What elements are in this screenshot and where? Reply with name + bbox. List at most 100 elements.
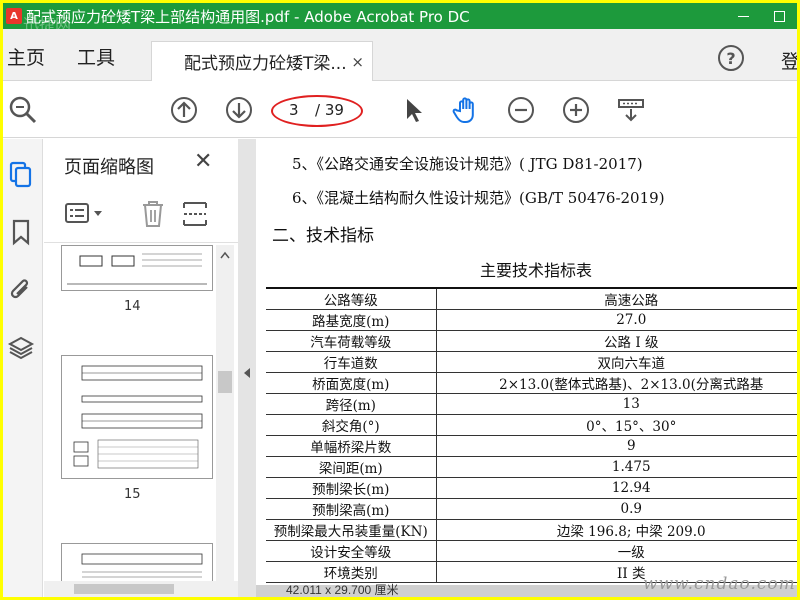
toolbar: 3 / 39 bbox=[3, 82, 797, 138]
table-row: 单幅桥梁片数 9 bbox=[266, 435, 797, 457]
arrow-down-circle-icon[interactable] bbox=[223, 94, 255, 126]
hscrollbar-thumb[interactable] bbox=[74, 584, 174, 594]
reference-line: 6、《混凝土结构耐久性设计规范》(GB/T 50476-2019) bbox=[292, 189, 665, 207]
document-tab[interactable]: 配式预应力砼矮T梁... × bbox=[151, 41, 373, 81]
scroll-up-icon[interactable] bbox=[220, 251, 230, 259]
table-row: 预制梁长(m) 12.94 bbox=[266, 477, 797, 499]
table-row: 公路等级 高速公路 bbox=[266, 287, 797, 310]
spec-value-cell: 13 bbox=[436, 393, 797, 415]
plus-circle-icon[interactable] bbox=[560, 94, 592, 126]
insert-page-icon[interactable] bbox=[182, 199, 208, 229]
page-size-text: 42.011 x 29.700 厘米 bbox=[286, 583, 399, 597]
thumbnail-drawing bbox=[81, 553, 203, 578]
spec-value-cell: 公路 I 级 bbox=[436, 330, 797, 352]
panel-toolbar bbox=[44, 187, 238, 243]
thumbnail-label: 14 bbox=[124, 299, 141, 314]
attachment-icon[interactable] bbox=[7, 275, 35, 305]
spec-key-cell: 汽车荷载等级 bbox=[266, 330, 437, 352]
layers-icon[interactable] bbox=[7, 333, 35, 363]
thumbnail-scrollbar[interactable] bbox=[216, 245, 234, 581]
sign-in-link[interactable]: 登 bbox=[781, 47, 797, 74]
acrobat-logo-icon: A bbox=[6, 8, 22, 24]
acrobat-window: A 配式预应力砼矮T梁上部结构通用图.pdf - Adobe Acrobat P… bbox=[3, 3, 797, 597]
spec-key-cell: 预制梁长(m) bbox=[266, 477, 437, 499]
spec-key-cell: 梁间距(m) bbox=[266, 456, 437, 478]
spec-key-cell: 桥面宽度(m) bbox=[266, 372, 437, 394]
menu-tools[interactable]: 工具 bbox=[77, 43, 115, 70]
title-bar: A 配式预应力砼矮T梁上部结构通用图.pdf - Adobe Acrobat P… bbox=[3, 3, 797, 34]
thumbnail-page-15[interactable] bbox=[61, 355, 213, 479]
thumbnails-panel: 页面缩略图 ✕ 14 15 bbox=[44, 139, 238, 597]
thumbnail-page-16[interactable] bbox=[61, 543, 213, 581]
panel-title: 页面缩略图 bbox=[64, 157, 154, 178]
menu-home[interactable]: 主页 bbox=[7, 43, 45, 70]
thumbnail-drawing bbox=[73, 365, 203, 469]
window-title: 配式预应力砼矮T梁上部结构通用图.pdf - Adobe Acrobat Pro… bbox=[26, 7, 470, 26]
table-row: 桥面宽度(m) 2×13.0(整体式路基)、2×13.0(分离式路基 bbox=[266, 372, 797, 394]
bookmark-icon[interactable] bbox=[7, 217, 35, 247]
navigation-rail bbox=[3, 139, 43, 597]
table-row: 预制梁高(m) 0.9 bbox=[266, 498, 797, 520]
spec-key-cell: 路基宽度(m) bbox=[266, 309, 437, 331]
spec-value-cell: 1.475 bbox=[436, 456, 797, 478]
page-thumbnails-icon[interactable] bbox=[7, 159, 35, 189]
maximize-button[interactable] bbox=[759, 3, 797, 29]
spec-value-cell: 2×13.0(整体式路基)、2×13.0(分离式路基 bbox=[436, 372, 797, 394]
table-row: 梁间距(m) 1.475 bbox=[266, 456, 797, 478]
spec-value-cell: 0.9 bbox=[436, 498, 797, 520]
spec-value-cell: 0°、15°、30° bbox=[436, 414, 797, 436]
minimize-button[interactable] bbox=[723, 3, 763, 29]
collapse-arrow-icon[interactable] bbox=[242, 367, 252, 379]
table-caption: 主要技术指标表 bbox=[480, 261, 593, 280]
document-tab-title: 配式预应力砼矮T梁... bbox=[184, 54, 347, 74]
panel-collapse-bar[interactable] bbox=[238, 139, 256, 597]
options-menu-icon[interactable] bbox=[64, 201, 108, 227]
spec-key-cell: 行车道数 bbox=[266, 351, 437, 373]
thumbnail-page-14[interactable] bbox=[61, 245, 213, 291]
tab-close-button[interactable]: × bbox=[351, 53, 364, 71]
spec-value-cell: 边梁 196.8; 中梁 209.0 bbox=[436, 519, 797, 541]
spec-table: 公路等级 高速公路 路基宽度(m) 27.0 汽车荷载等级 公路 I 级行车道数 双向六车道… bbox=[266, 287, 797, 583]
table-row: 行车道数 双向六车道 bbox=[266, 351, 797, 373]
spec-value-cell: 9 bbox=[436, 435, 797, 457]
table-row: 设计安全等级 一级 bbox=[266, 540, 797, 562]
arrow-up-circle-icon[interactable] bbox=[168, 94, 200, 126]
spec-key-cell: 单幅桥梁片数 bbox=[266, 435, 437, 457]
highlight-ellipse bbox=[271, 95, 363, 127]
site-watermark: www.cndao.com bbox=[643, 574, 796, 594]
minimize-icon bbox=[737, 15, 749, 17]
help-button[interactable]: ? bbox=[718, 45, 744, 71]
spec-key-cell: 斜交角(°) bbox=[266, 414, 437, 436]
spec-key-cell: 设计安全等级 bbox=[266, 540, 437, 562]
panel-close-button[interactable]: ✕ bbox=[194, 149, 212, 174]
spec-value-cell: 双向六车道 bbox=[436, 351, 797, 373]
spec-key-cell: 预制梁最大吊装重量(KN) bbox=[266, 519, 437, 541]
spec-value-cell: 27.0 bbox=[436, 309, 797, 331]
spec-value-cell: 12.94 bbox=[436, 477, 797, 499]
table-row: 跨径(m) 13 bbox=[266, 393, 797, 415]
spec-key-cell: 公路等级 bbox=[266, 287, 437, 310]
thumbnail-hscrollbar[interactable] bbox=[44, 581, 238, 597]
maximize-icon bbox=[773, 10, 785, 22]
thumbnail-drawing bbox=[67, 253, 207, 285]
magnifier-icon[interactable] bbox=[7, 94, 39, 126]
table-row: 路基宽度(m) 27.0 bbox=[266, 309, 797, 331]
spec-value-cell: 高速公路 bbox=[436, 287, 797, 310]
trash-icon[interactable] bbox=[140, 199, 166, 229]
table-row: 汽车荷载等级 公路 I 级 bbox=[266, 330, 797, 352]
document-view: 5、《公路交通安全设施设计规范》( JTG D81-2017) 6、《混凝土结构… bbox=[256, 139, 797, 597]
minus-circle-icon[interactable] bbox=[505, 94, 537, 126]
thumbnail-label: 15 bbox=[124, 487, 141, 502]
spec-key-cell: 环境类别 bbox=[266, 561, 437, 583]
hand-icon[interactable] bbox=[451, 94, 483, 126]
spec-key-cell: 跨径(m) bbox=[266, 393, 437, 415]
menu-bar: 主页 工具 配式预应力砼矮T梁... × ? 登 bbox=[3, 29, 797, 81]
table-row: 斜交角(°) 0°、15°、30° bbox=[266, 414, 797, 436]
scrollbar-thumb[interactable] bbox=[218, 371, 232, 393]
section-heading: 二、技术指标 bbox=[272, 226, 374, 246]
marquee-zoom-icon[interactable] bbox=[615, 94, 647, 126]
table-row: 预制梁最大吊装重量(KN) 边梁 196.8; 中梁 209.0 bbox=[266, 519, 797, 541]
cursor-arrow-icon[interactable] bbox=[397, 94, 429, 126]
reference-line: 5、《公路交通安全设施设计规范》( JTG D81-2017) bbox=[292, 155, 643, 173]
spec-key-cell: 预制梁高(m) bbox=[266, 498, 437, 520]
